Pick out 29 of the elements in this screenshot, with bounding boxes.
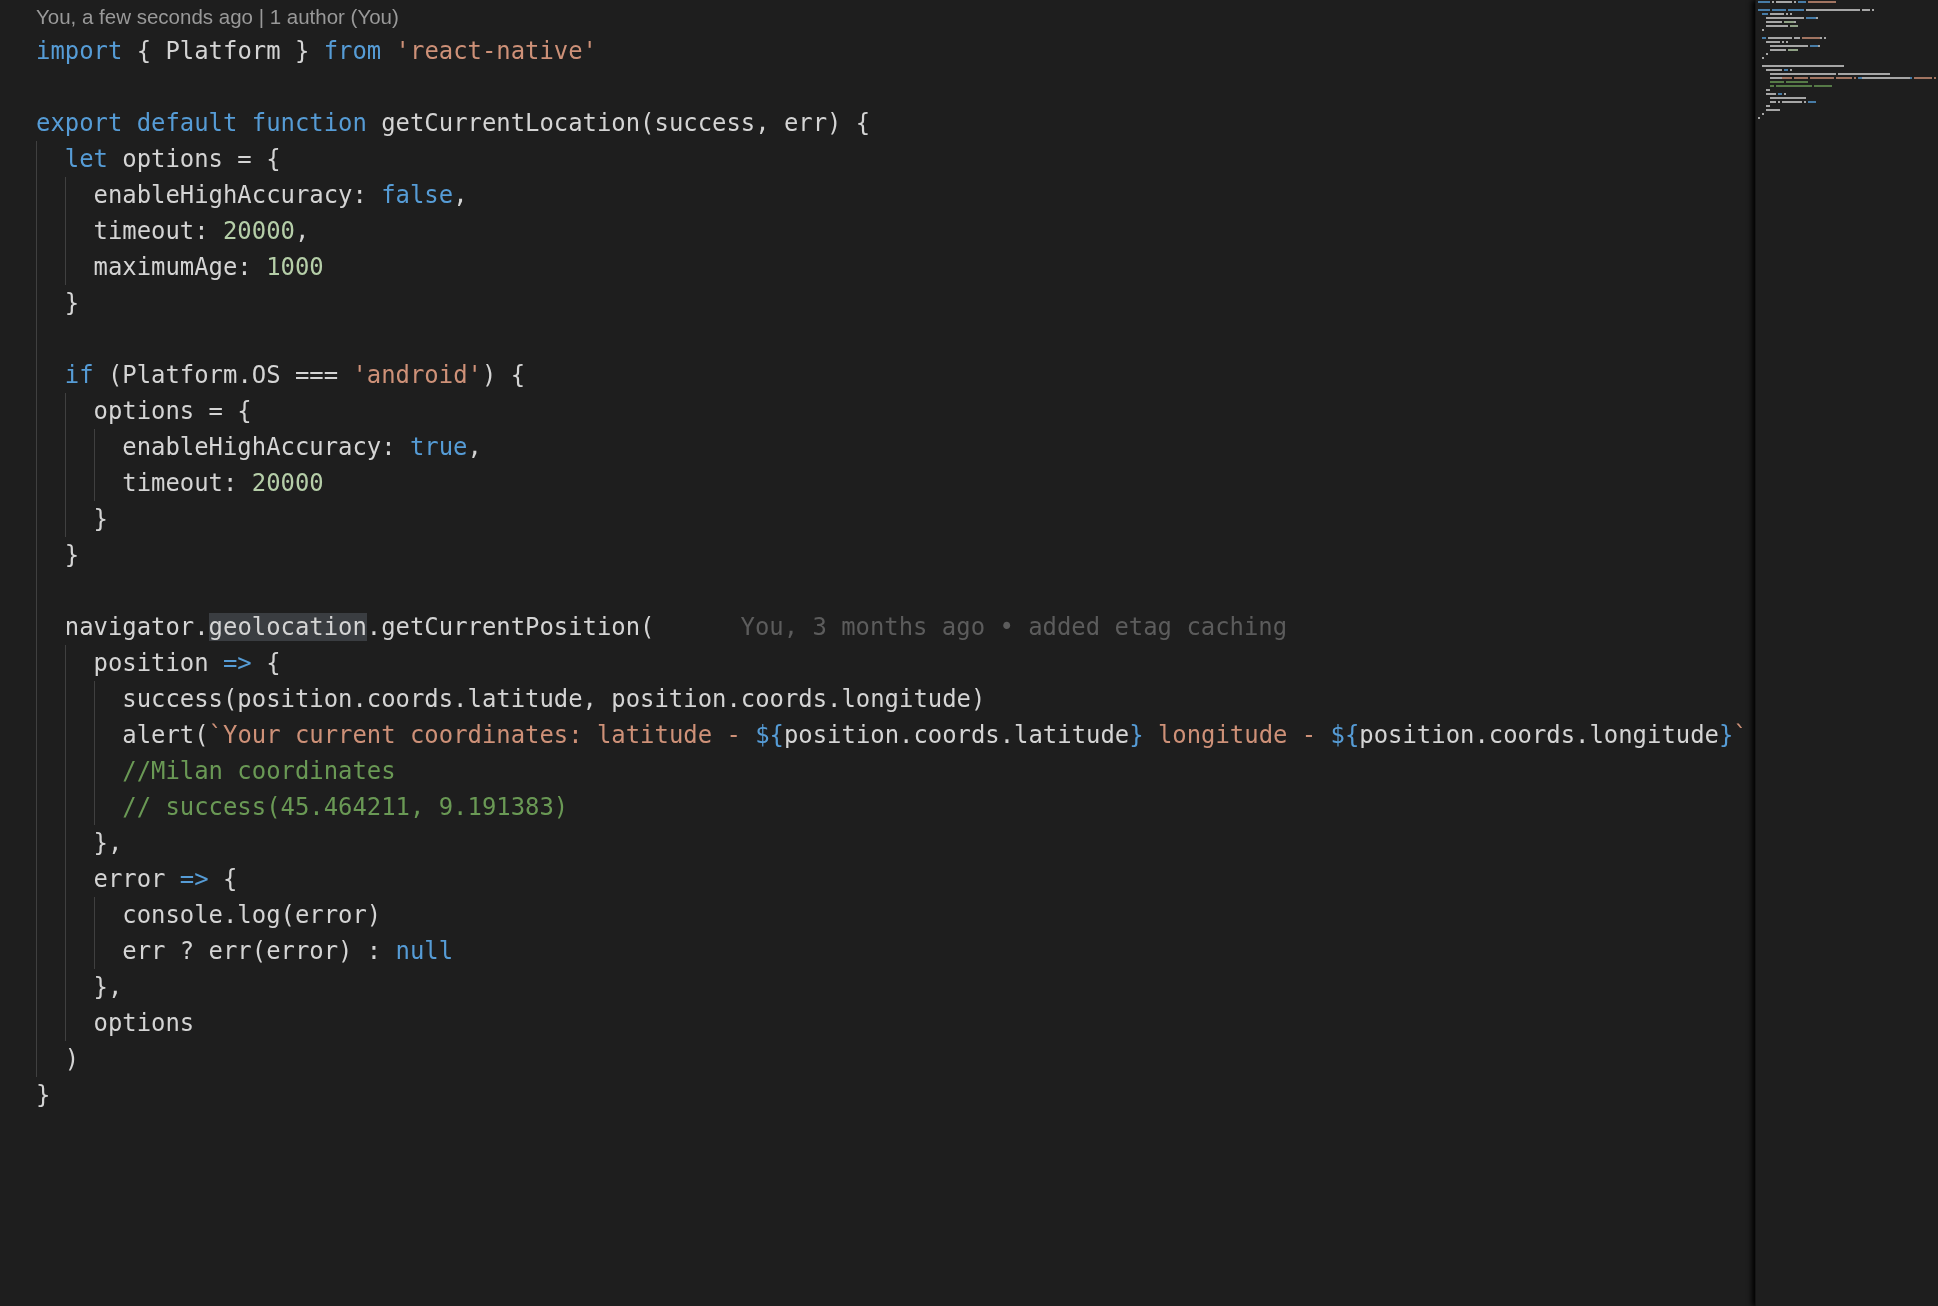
code-line: console.log(error)	[122, 900, 382, 930]
code-line: options = {	[93, 396, 252, 426]
codelens-text[interactable]: You, a few seconds ago | 1 author (You)	[36, 0, 399, 33]
code-line: },	[93, 828, 123, 858]
code-line: },	[93, 972, 123, 1002]
code-line: enableHighAccuracy: true,	[122, 432, 482, 462]
code-line: //Milan coordinates	[122, 756, 396, 786]
code-line: maximumAge: 1000	[93, 252, 324, 282]
code-line: }	[64, 288, 80, 318]
code-line: timeout: 20000,	[93, 216, 310, 246]
code-line: success(position.coords.latitude, position.coords.longitude)	[122, 684, 986, 714]
code-line: err ? err(error) : null	[122, 936, 454, 966]
code-line: }	[93, 504, 108, 534]
code-line: // success(45.464211, 9.191383)	[122, 792, 569, 822]
code-line: alert(`Your current coordinates: latitude - ${position.coords.latitude} longitude - ${position.coords.longitude}`	[122, 720, 1748, 750]
blame-annotation: You, 3 months ago • added etag caching	[740, 612, 1288, 642]
code-line: error => {	[93, 864, 238, 894]
code-line: let options = {	[64, 144, 281, 174]
code-line: import { Platform } from 'react-native'	[36, 36, 597, 66]
code-line: options	[93, 1008, 195, 1038]
code-line: if (Platform.OS === 'android') {	[64, 360, 526, 390]
code-line: enableHighAccuracy: false,	[93, 180, 468, 210]
code-line: }	[64, 540, 80, 570]
code-line: export default function getCurrentLocation(success, err) {	[36, 108, 871, 138]
code-line: }	[36, 1080, 51, 1110]
code-line: position => {	[93, 648, 281, 678]
code-line: timeout: 20000	[122, 468, 324, 498]
code-line: navigator.geolocation.getCurrentPosition(	[64, 612, 655, 642]
code-line: )	[64, 1044, 80, 1074]
